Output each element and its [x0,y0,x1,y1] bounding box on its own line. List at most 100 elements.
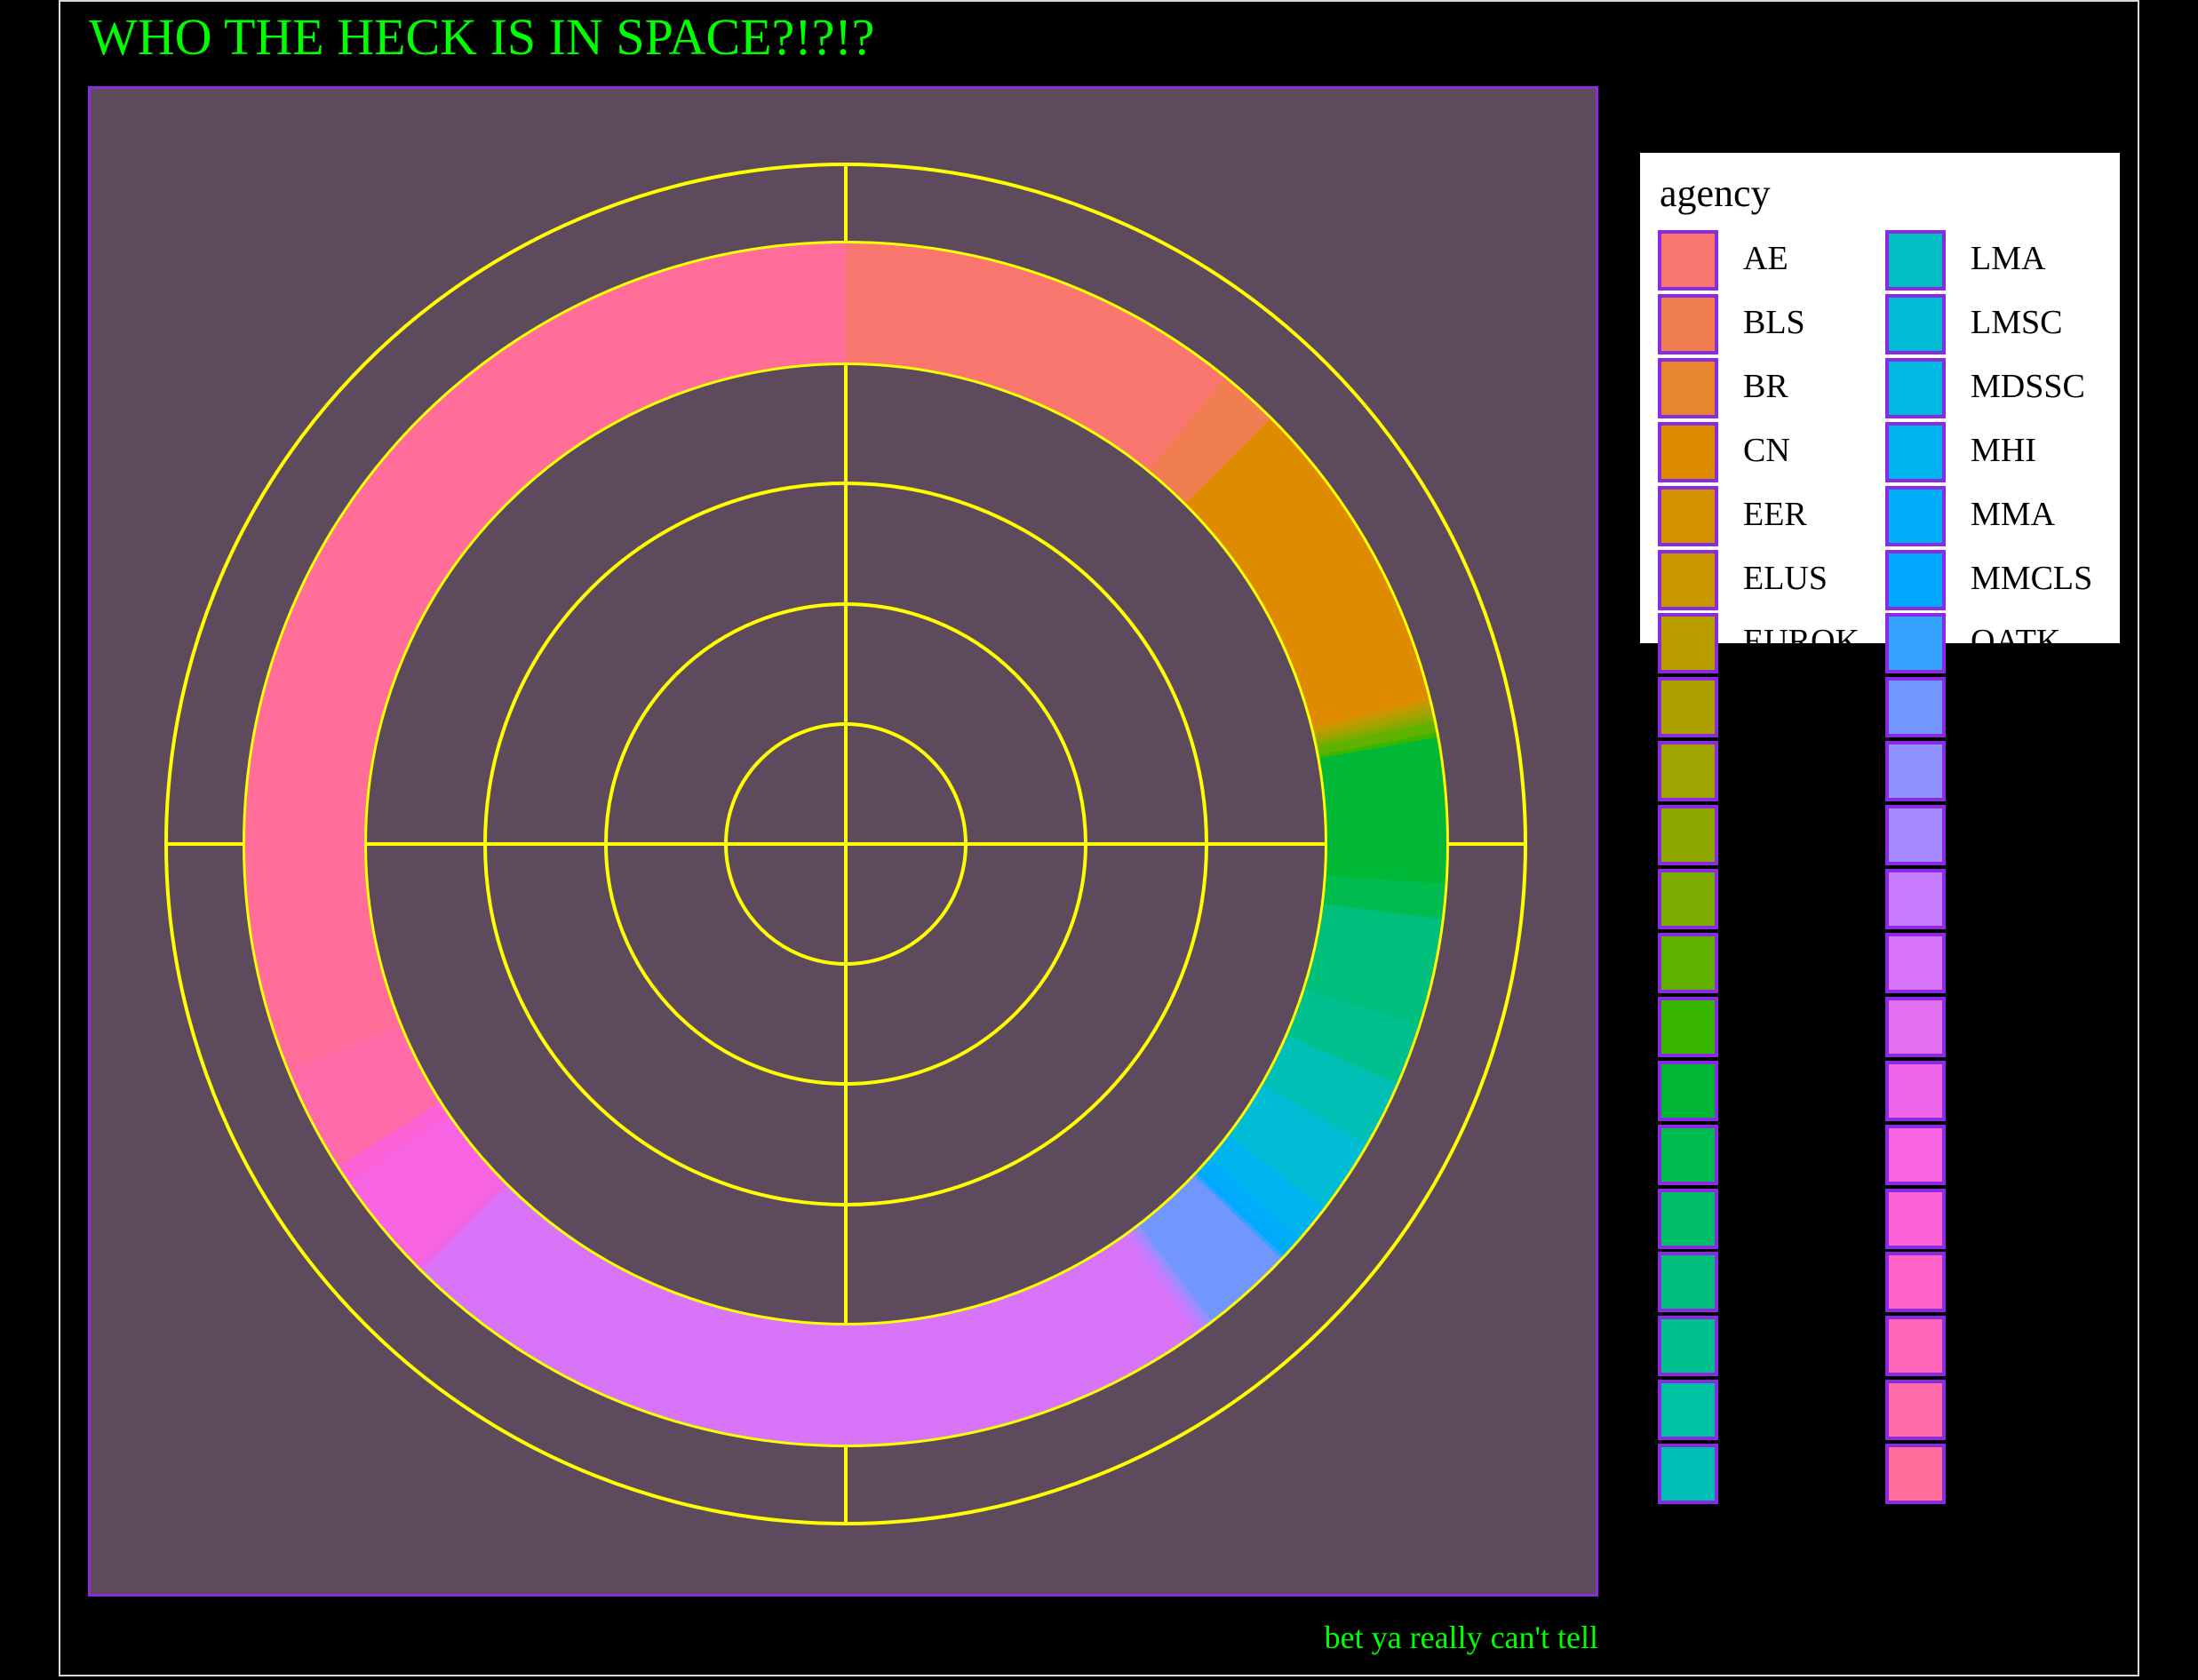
legend-key [1885,1060,1946,1121]
legend-key [1885,485,1946,546]
legend-label: RLABU [1971,815,2085,853]
legend-label: I-ESA [1743,942,1830,980]
legend-item: AE [1658,230,1884,294]
legend-key [1658,485,1718,546]
slice-ilsk [1318,736,1448,885]
legend-item: I-ELDO [1658,869,1884,933]
legend-item: KR [1658,1444,1884,1508]
legend-key [1885,869,1946,929]
legend-key [1658,613,1718,674]
legend-label: IL [1743,1006,1775,1044]
plot-panel [88,86,1598,1596]
legend-label: US [1971,1453,2014,1492]
legend-key [1885,932,1946,993]
legend-item: MHI [1885,421,2112,486]
legend-key [1885,613,1946,674]
legend-key [1658,1252,1718,1313]
legend-item: I [1658,805,1884,869]
slice-ru [421,1184,1198,1446]
legend-label: LMSC [1971,303,2063,341]
legend-item: SEALP [1885,1060,2112,1125]
legend-label: SPX [1971,1134,2033,1172]
legend-label: LMA [1971,240,2046,277]
legend-key [1885,421,1946,482]
legend-title: agency [1660,171,1771,215]
legend-item: IL [1658,996,1884,1061]
legend-key [1658,1124,1718,1185]
legend-key [1885,677,1946,738]
legend-key [1885,1444,1946,1505]
legend-label: I [1743,815,1755,853]
polar-chart [164,163,1527,1525]
legend-label: EER [1743,495,1807,533]
legend-label: CN [1743,431,1790,469]
legend-label: KP [1743,1389,1787,1428]
legend-key [1885,549,1946,610]
legend-item: GDCLS [1658,741,1884,805]
legend-label: MMCLS [1971,559,2093,597]
legend-label: EUROK [1743,623,1860,661]
legend-item: IR [1658,1252,1884,1316]
legend-label: MDSSC [1971,367,2085,405]
legend-label: SEALC [1971,1006,2078,1044]
legend-item: RSC [1885,869,2112,933]
legend-key [1658,230,1718,291]
legend-label: RSC [1971,879,2035,916]
legend-item: ELUS [1658,549,1884,614]
legend-label: KR [1743,1453,1790,1492]
chart-caption: bet ya really can't tell [1324,1620,1598,1655]
legend-label: GDCLS [1743,751,1854,789]
legend-item: LMA [1885,230,2112,294]
legend-item: RU [1885,932,2112,997]
legend-item: EER [1658,485,1884,550]
legend-label: OATK [1971,623,2061,661]
legend-key [1885,741,1946,802]
legend-item: IN [1658,1188,1884,1253]
legend-key [1658,741,1718,802]
legend-key [1885,1188,1946,1249]
legend-item: MMA [1885,485,2112,550]
legend-item: ULAL [1885,1380,2112,1444]
legend-item: MDSSC [1885,357,2112,422]
legend-label: J [1743,1326,1756,1364]
legend-item: CN [1658,421,1884,486]
legend-key [1885,1380,1946,1441]
legend-label: ILSK [1743,1070,1819,1108]
legend-key [1885,1124,1946,1185]
legend-item: BLS [1658,293,1884,358]
legend-label: IN [1743,1198,1780,1236]
legend-label: ELUS [1743,559,1828,597]
legend-item: J [1658,1316,1884,1380]
legend-key [1885,1316,1946,1377]
legend-key [1885,293,1946,354]
legend-key [1658,421,1718,482]
legend-key [1658,677,1718,738]
legend-key [1658,1380,1718,1441]
legend-key [1885,230,1946,291]
legend-label: MHI [1971,431,2036,469]
legend-label: BR [1743,367,1788,405]
legend-item: OSC [1885,677,2112,741]
legend-label: RU [1971,942,2018,980]
legend-key [1658,869,1718,929]
legend-key [1885,996,1946,1057]
legend-label: UK [1971,1262,2019,1300]
legend-label: ULAL [1971,1389,2061,1428]
legend-key [1885,1252,1946,1313]
legend-item: I-ESA [1658,932,1884,997]
legend-item: F [1658,677,1884,741]
legend-label: ULAB [1971,1326,2063,1364]
legend-item: ILSK [1658,1060,1884,1125]
legend-item: STSM [1885,1188,2112,1253]
legend-item: US [1885,1444,2112,1508]
legend-key [1658,805,1718,866]
legend-key [1658,1060,1718,1121]
legend-label: SEALP [1971,1070,2075,1108]
legend-item: EUROK [1658,613,1884,677]
legend-item: SEALC [1885,996,2112,1061]
legend-item: PU [1885,741,2112,805]
legend-label: PU [1971,751,2014,789]
legend-key [1658,1444,1718,1505]
slice-ae [845,242,1226,472]
legend-label: OSC [1971,687,2036,725]
